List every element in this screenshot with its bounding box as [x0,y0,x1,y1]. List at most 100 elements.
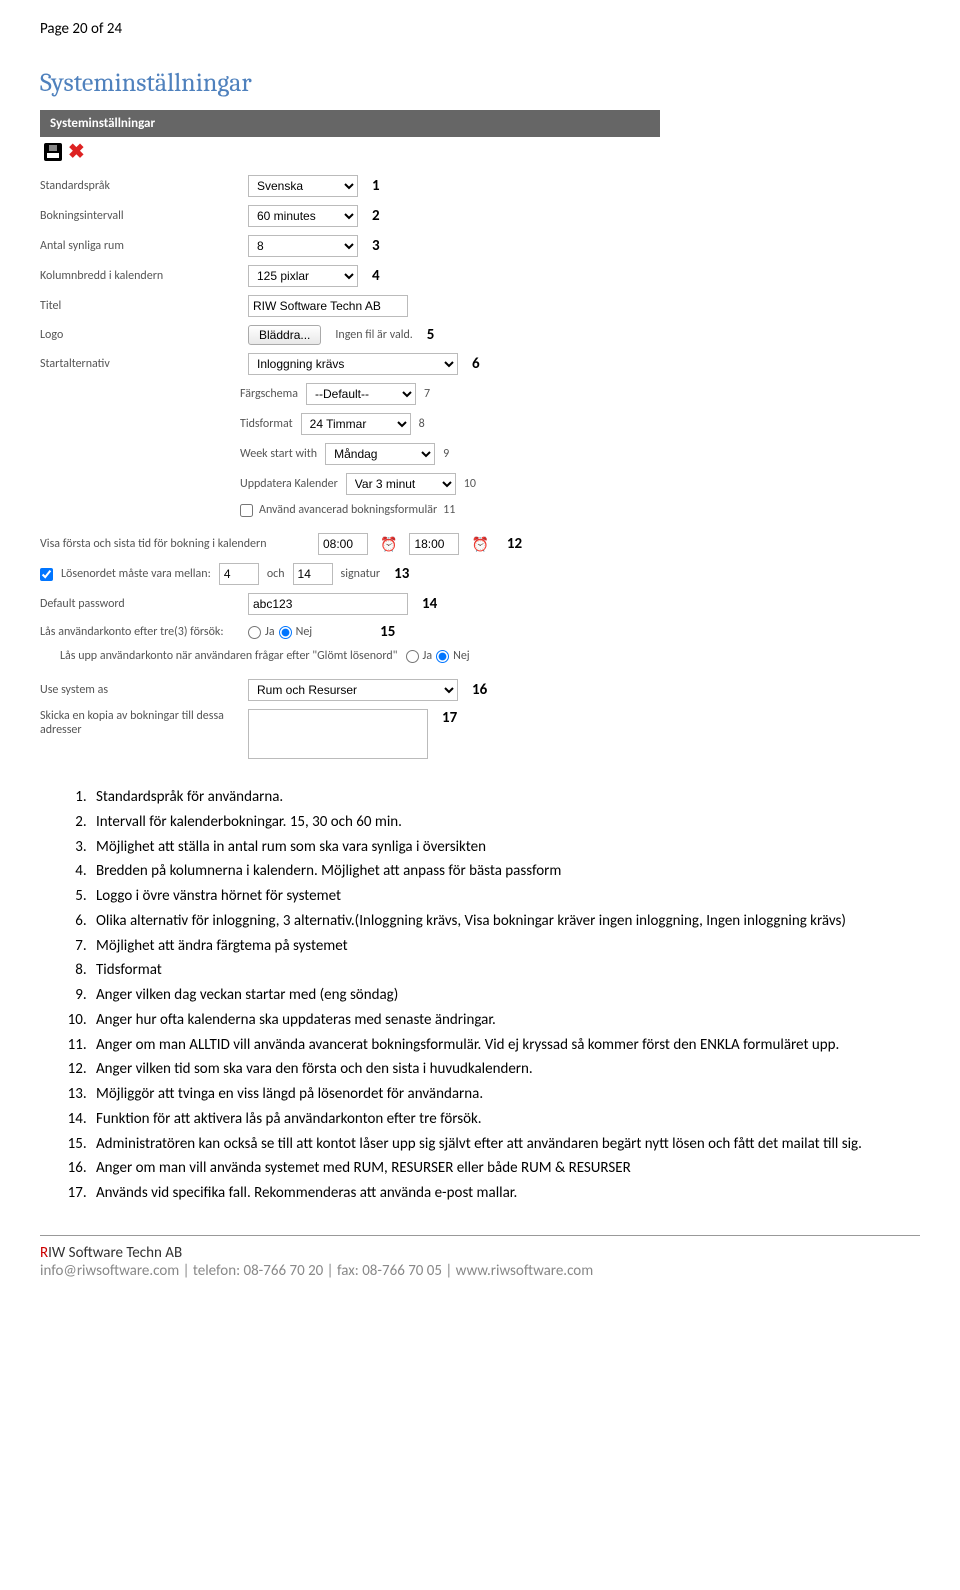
panel-title: Systeminställningar [40,110,660,137]
annotation-16: 16 [472,681,487,699]
row-first-last-time: Visa första och sista tid för bokning i … [40,529,660,559]
label-update-calendar: Uppdatera Kalender [240,477,338,491]
annotation-4: 4 [372,267,380,285]
list-item: Anger vilken dag veckan startar med (eng… [90,985,920,1007]
input-pw-max[interactable] [293,563,333,585]
description-list: Standardspråk för användarna. Intervall … [40,787,920,1205]
label-yes: Ja [265,625,275,639]
label-signature: signatur [341,567,381,581]
radio-lock-account: Ja Nej [248,625,312,639]
checkbox-password-length[interactable] [40,568,53,581]
select-time-format[interactable]: 24 Timmar [301,413,411,435]
row-title: Titel [40,291,660,321]
annotation-9: 9 [443,447,449,461]
label-default-password: Default password [40,597,240,611]
row-copy-emails: Skicka en kopia av bokningar till dessa … [40,705,660,763]
toolbar: ✖ [40,137,920,171]
annotation-14: 14 [422,595,437,613]
row-start-option: Startalternativ Inloggning krävs 6 [40,349,660,379]
annotation-11: 11 [443,503,455,517]
checkbox-advanced-form[interactable] [240,504,253,517]
file-status: Ingen fil är vald. [335,328,412,342]
row-unlock-account: Lås upp användarkonto när användaren frå… [40,645,660,667]
annotation-15: 15 [380,623,395,641]
label-week-start: Week start with [240,447,317,461]
select-standard-language[interactable]: Svenska [248,175,358,197]
select-update-calendar[interactable]: Var 3 minut [346,473,456,495]
input-default-password[interactable] [248,593,408,615]
input-time-end[interactable] [409,533,459,555]
list-item: Anger hur ofta kalenderna ska uppdateras… [90,1010,920,1032]
label-first-last-time: Visa första och sista tid för bokning i … [40,537,310,551]
list-item: Olika alternativ för inloggning, 3 alter… [90,911,920,933]
settings-form: Standardspråk Svenska 1 Bokningsinterval… [40,171,660,763]
browse-button[interactable]: Bläddra... [248,325,321,345]
label-title: Titel [40,299,240,313]
label-booking-interval: Bokningsintervall [40,209,240,223]
row-use-system-as: Use system as Rum och Resurser 16 [40,675,660,705]
list-item: Intervall för kalenderbokningar. 15, 30 … [90,812,920,834]
close-icon[interactable]: ✖ [68,143,85,161]
label-visible-rooms: Antal synliga rum [40,239,240,253]
list-item: Administratören kan också se till att ko… [90,1134,920,1156]
select-visible-rooms[interactable]: 8 [248,235,358,257]
row-update-calendar: Uppdatera Kalender Var 3 minut 10 [240,469,660,499]
input-time-start[interactable] [318,533,368,555]
row-standard-language: Standardspråk Svenska 1 [40,171,660,201]
radio-unlock-no[interactable] [436,650,449,663]
list-item: Används vid specifika fall. Rekommendera… [90,1183,920,1205]
select-color-scheme[interactable]: --Default-- [306,383,416,405]
list-item: Möjlighet att ändra färgtema på systemet [90,936,920,958]
select-booking-interval[interactable]: 60 minutes [248,205,358,227]
label-color-scheme: Färgschema [240,387,298,401]
clock-icon: ⏰ [380,536,397,553]
row-visible-rooms: Antal synliga rum 8 3 [40,231,660,261]
row-lock-account: Lås användarkonto efter tre(3) försök: J… [40,619,660,645]
label-standard-language: Standardspråk [40,179,240,193]
row-time-format: Tidsformat 24 Timmar 8 [240,409,660,439]
section-heading: Systeminställningar [40,68,920,98]
row-logo: Logo Bläddra... Ingen fil är vald. 5 [40,321,660,349]
textarea-copy-emails[interactable] [248,709,428,759]
label-password-length: Lösenordet måste vara mellan: [61,567,211,581]
label-unlock-account: Lås upp användarkonto när användaren frå… [60,649,398,663]
list-item: Loggo i övre vänstra hörnet för systemet [90,886,920,908]
label-lock-account: Lås användarkonto efter tre(3) försök: [40,625,240,639]
radio-unlock-account: Ja Nej [406,649,470,663]
annotation-10: 10 [464,477,476,491]
input-title[interactable] [248,295,408,317]
label-no: Nej [296,625,313,639]
radio-unlock-yes[interactable] [406,650,419,663]
annotation-3: 3 [372,237,380,255]
label-no: Nej [453,649,470,663]
label-advanced-form: Använd avancerad bokningsformulär [259,503,437,517]
radio-lock-no[interactable] [279,626,292,639]
select-use-system-as[interactable]: Rum och Resurser [248,679,458,701]
label-yes: Ja [423,649,433,663]
select-week-start[interactable]: Måndag [325,443,435,465]
select-start-option[interactable]: Inloggning krävs [248,353,458,375]
select-column-width[interactable]: 125 pixlar [248,265,358,287]
label-logo: Logo [40,328,240,342]
label-use-system-as: Use system as [40,683,240,697]
footer-company-r: R [40,1244,48,1262]
annotation-7: 7 [424,387,430,401]
annotation-13: 13 [394,565,409,583]
radio-lock-yes[interactable] [248,626,261,639]
label-copy-emails: Skicka en kopia av bokningar till dessa … [40,709,240,737]
annotation-12: 12 [507,535,522,553]
footer-company: RIW Software Techn AB [40,1244,920,1262]
annotation-6: 6 [472,355,480,373]
footer: RIW Software Techn AB info@riwsoftware.c… [40,1244,920,1280]
row-password-length: Lösenordet måste vara mellan: och signat… [40,559,660,589]
input-pw-min[interactable] [219,563,259,585]
label-start-option: Startalternativ [40,357,240,371]
annotation-1: 1 [372,177,380,195]
save-icon[interactable] [44,143,62,161]
row-default-password: Default password 14 [40,589,660,619]
row-week-start: Week start with Måndag 9 [240,439,660,469]
list-item: Möjliggör att tvinga en viss längd på lö… [90,1084,920,1106]
row-column-width: Kolumnbredd i kalendern 125 pixlar 4 [40,261,660,291]
indented-block: Färgschema --Default-- 7 Tidsformat 24 T… [240,379,660,521]
list-item: Anger om man vill använda systemet med R… [90,1158,920,1180]
